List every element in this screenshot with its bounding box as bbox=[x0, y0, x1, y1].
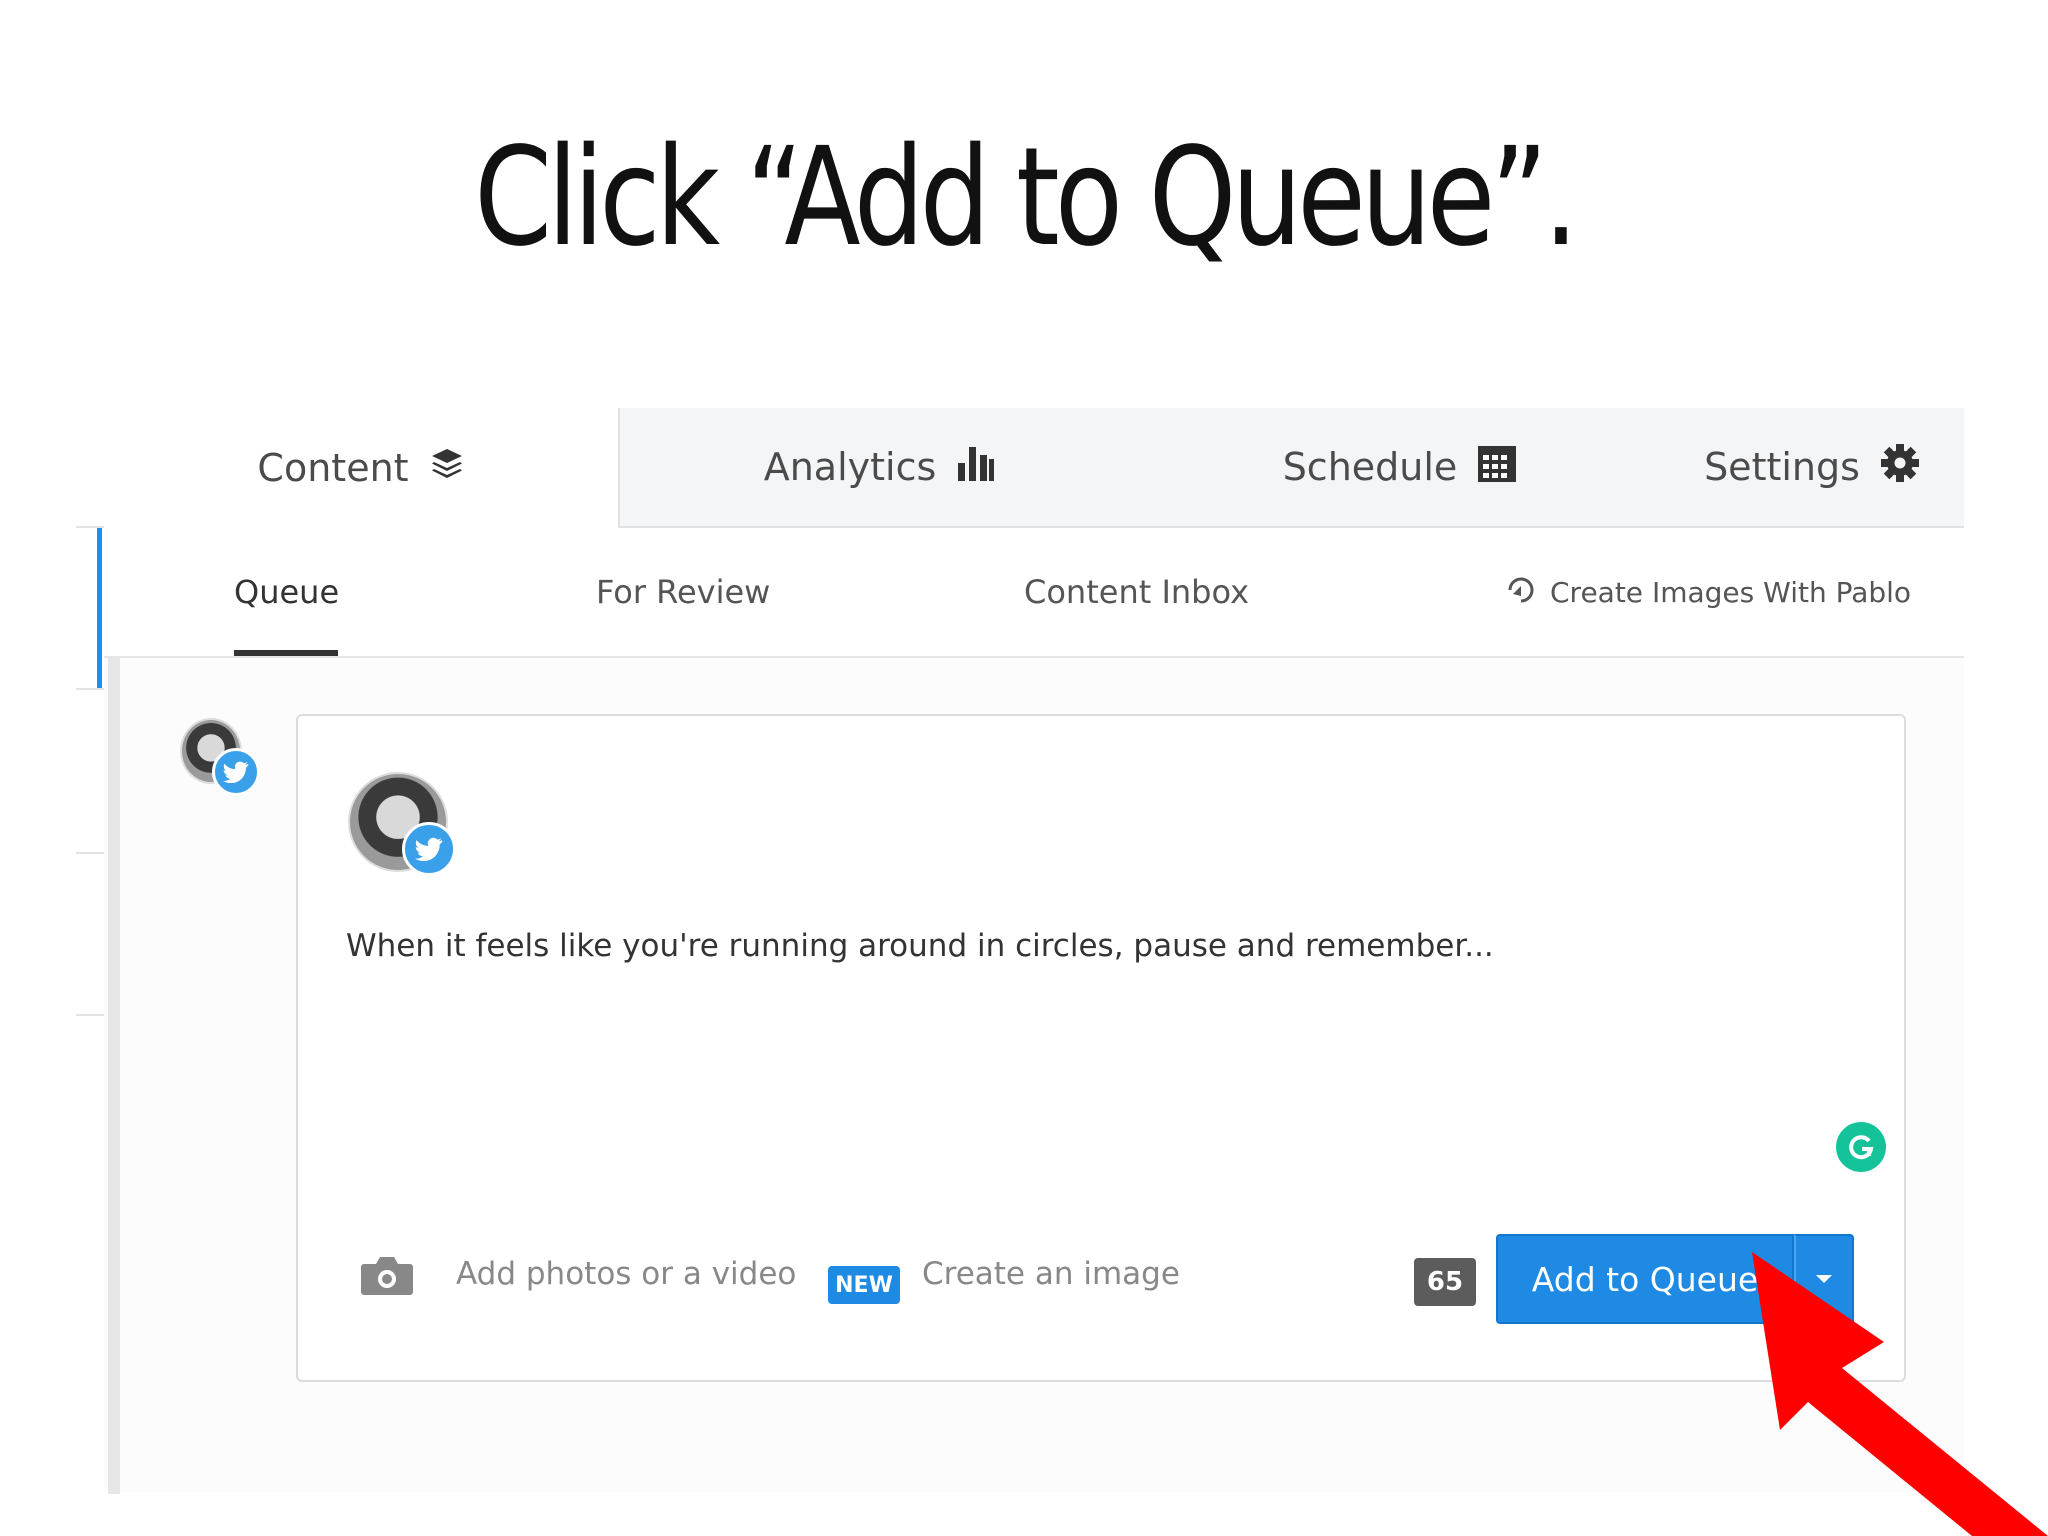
subtab-content-inbox-label: Content Inbox bbox=[1024, 573, 1249, 611]
layers-icon bbox=[429, 446, 465, 491]
post-text-input[interactable]: When it feels like you're running around… bbox=[346, 928, 1494, 964]
subtab-queue[interactable]: Queue bbox=[234, 528, 339, 656]
tab-content-label: Content bbox=[257, 446, 409, 490]
slide-title: Click “Add to Queue”. bbox=[474, 119, 1579, 277]
subtab-pablo-label: Create Images With Pablo bbox=[1550, 575, 1912, 609]
subtab-queue-label: Queue bbox=[234, 573, 340, 611]
scrollbar-track[interactable] bbox=[108, 658, 120, 1494]
tab-schedule-label: Schedule bbox=[1282, 445, 1458, 489]
left-rail bbox=[76, 408, 104, 1492]
rail-divider bbox=[76, 1014, 104, 1016]
tab-analytics[interactable]: Analytics bbox=[620, 408, 1140, 526]
pablo-icon bbox=[1506, 574, 1536, 611]
red-arrow-icon bbox=[1752, 1252, 2048, 1536]
composer-profile[interactable] bbox=[348, 772, 456, 876]
subtab-for-review-label: For Review bbox=[596, 573, 771, 611]
tab-content[interactable]: Content bbox=[104, 408, 620, 528]
twitter-icon bbox=[402, 822, 456, 876]
twitter-icon bbox=[212, 748, 260, 796]
bar-chart-icon bbox=[956, 443, 996, 492]
post-composer: When it feels like you're running around… bbox=[296, 714, 1906, 1382]
main-tabs: Content Analytics Schedule Settings bbox=[104, 408, 1964, 528]
composer-footer: Add photos or a video NEW Create an imag… bbox=[298, 1234, 1904, 1324]
create-image-link[interactable]: Create an image bbox=[922, 1256, 1180, 1292]
rail-divider bbox=[76, 688, 104, 690]
rail-active-indicator bbox=[97, 528, 102, 688]
profile-avatar[interactable] bbox=[180, 718, 260, 796]
subtab-content-inbox[interactable]: Content Inbox bbox=[1024, 528, 1249, 656]
gear-icon bbox=[1880, 443, 1920, 492]
tab-settings-label: Settings bbox=[1704, 445, 1860, 489]
calendar-icon bbox=[1477, 443, 1517, 492]
active-subtab-underline bbox=[234, 650, 338, 656]
subtab-for-review[interactable]: For Review bbox=[596, 528, 770, 656]
add-media-link[interactable]: Add photos or a video bbox=[456, 1256, 796, 1292]
tab-schedule[interactable]: Schedule bbox=[1140, 408, 1660, 526]
grammarly-icon[interactable] bbox=[1836, 1122, 1886, 1172]
tab-analytics-label: Analytics bbox=[763, 445, 937, 489]
tab-settings[interactable]: Settings bbox=[1660, 408, 1964, 526]
sub-tabs: Queue For Review Content Inbox Create Im… bbox=[104, 528, 1964, 658]
subtab-pablo[interactable]: Create Images With Pablo bbox=[1506, 528, 1911, 656]
character-count: 65 bbox=[1414, 1258, 1476, 1306]
new-badge: NEW bbox=[828, 1266, 900, 1304]
rail-divider bbox=[76, 852, 104, 854]
camera-icon[interactable] bbox=[360, 1254, 414, 1300]
